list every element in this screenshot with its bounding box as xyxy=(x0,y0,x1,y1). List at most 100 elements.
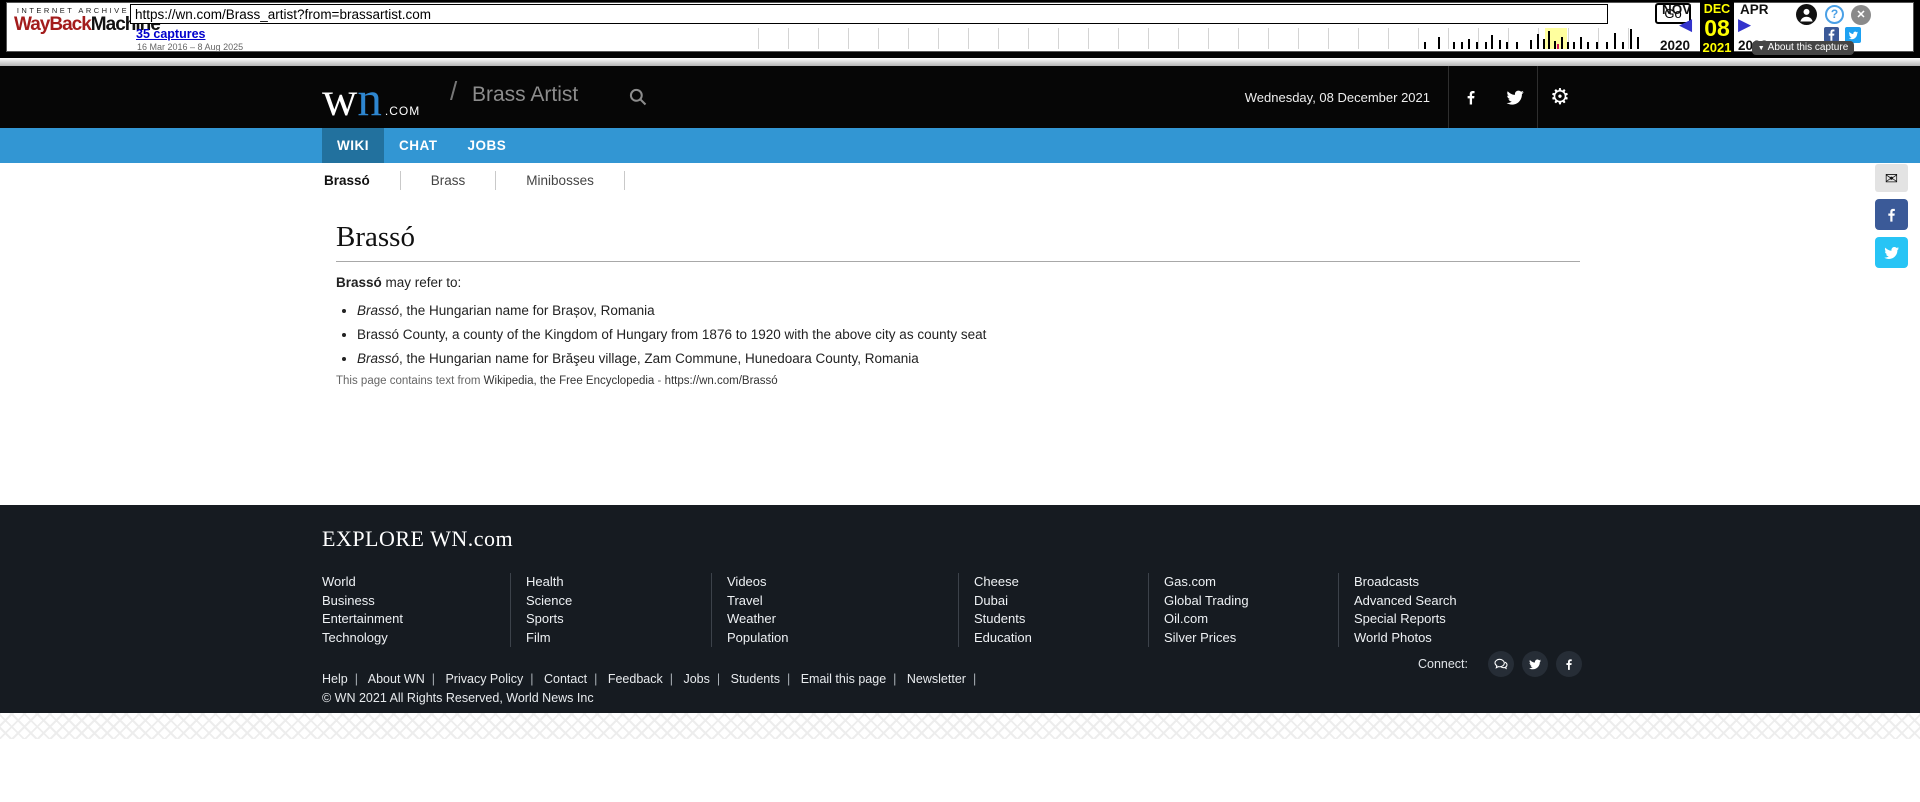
facebook-connect-icon[interactable] xyxy=(1556,651,1582,677)
capture-bar xyxy=(1491,35,1493,49)
tab-brasso[interactable]: Brassó xyxy=(322,171,401,190)
footer-link[interactable]: Science xyxy=(526,592,711,611)
footer-utility-link[interactable]: Privacy Policy xyxy=(445,672,523,686)
footer-link[interactable]: Entertainment xyxy=(322,610,510,629)
footer-column: Health Science Sports Film xyxy=(510,573,711,647)
capture-bar xyxy=(1622,42,1624,49)
footer-link[interactable]: Silver Prices xyxy=(1164,629,1338,648)
twitter-share-button[interactable] xyxy=(1875,237,1908,268)
help-icon[interactable]: ? xyxy=(1825,5,1844,24)
footer-link[interactable]: Technology xyxy=(322,629,510,648)
share-rail: ✉ xyxy=(1875,164,1908,275)
footer-link[interactable]: Travel xyxy=(727,592,958,611)
nav-tab-chat[interactable]: CHAT xyxy=(384,128,453,163)
capture-bar xyxy=(1468,39,1470,49)
next-capture-arrow[interactable]: ▶ xyxy=(1738,17,1751,34)
chat-icon[interactable] xyxy=(1488,651,1514,677)
capture-bar xyxy=(1554,41,1556,49)
footer-link[interactable]: Advanced Search xyxy=(1354,592,1564,611)
tab-brass[interactable]: Brass xyxy=(401,171,497,190)
wayback-logo-text: WayBack xyxy=(14,14,91,35)
source-url-link[interactable]: https://wn.com/Brassó xyxy=(665,375,778,387)
footer-utility-link[interactable]: Students xyxy=(731,672,780,686)
footer-column: Videos Travel Weather Population xyxy=(711,573,958,647)
footer-link[interactable]: Education xyxy=(974,629,1148,648)
email-share-button[interactable]: ✉ xyxy=(1875,164,1908,192)
facebook-share-button[interactable] xyxy=(1875,199,1908,230)
footer-link[interactable]: World Photos xyxy=(1354,629,1564,648)
header-date: Wednesday, 08 December 2021 xyxy=(1245,90,1448,105)
connect-block: Connect: xyxy=(1418,651,1582,677)
wayback-machine-logo[interactable]: INTERNET ARCHIVE WayBackMachine xyxy=(14,6,132,34)
footer-column: Gas.com Global Trading Oil.com Silver Pr… xyxy=(1148,573,1338,647)
nav-tab-jobs[interactable]: JOBS xyxy=(453,128,522,163)
footer-link[interactable]: Cheese xyxy=(974,573,1148,592)
capture-bar xyxy=(1506,42,1508,49)
twitter-connect-icon[interactable] xyxy=(1522,651,1548,677)
capture-bar xyxy=(1561,37,1563,49)
capture-bar xyxy=(1516,42,1518,49)
footer-column: Broadcasts Advanced Search Special Repor… xyxy=(1338,573,1564,647)
footer-link[interactable]: Health xyxy=(526,573,711,592)
capture-bar xyxy=(1637,37,1639,49)
captures-link[interactable]: 35 captures xyxy=(136,27,205,41)
footer-link[interactable]: World xyxy=(322,573,510,592)
search-icon[interactable] xyxy=(628,87,648,107)
capture-bar xyxy=(1630,29,1632,49)
footer-column: Cheese Dubai Students Education xyxy=(958,573,1148,647)
wikipedia-link[interactable]: Wikipedia, the Free Encyclopedia xyxy=(484,375,655,387)
site-header: wn.COM / Brass Artist Wednesday, 08 Dece… xyxy=(0,66,1920,128)
footer-utility-link[interactable]: Newsletter xyxy=(907,672,966,686)
capture-bar xyxy=(1580,37,1582,49)
footer-link[interactable]: Business xyxy=(322,592,510,611)
footer-utility-link[interactable]: Email this page xyxy=(801,672,886,686)
close-toolbar-icon[interactable]: ✕ xyxy=(1851,5,1871,25)
tab-minibosses[interactable]: Minibosses xyxy=(496,171,625,190)
header-twitter-icon[interactable] xyxy=(1493,66,1537,128)
capture-bar xyxy=(1614,33,1616,49)
footer-link[interactable]: Oil.com xyxy=(1164,610,1338,629)
capture-bar xyxy=(1548,31,1550,49)
background-pattern xyxy=(0,713,1920,739)
capture-bar xyxy=(1573,42,1575,49)
footer-utility-link[interactable]: Help xyxy=(322,672,348,686)
footer-link-columns: World Business Entertainment Technology … xyxy=(322,573,1582,647)
footer-link[interactable]: Sports xyxy=(526,610,711,629)
footer-utility-link[interactable]: About WN xyxy=(368,672,425,686)
footer-link[interactable]: Gas.com xyxy=(1164,573,1338,592)
page: INTERNET ARCHIVE WayBackMachine 35 captu… xyxy=(0,0,1920,802)
primary-nav: WIKI CHAT JOBS xyxy=(0,128,1920,163)
capture-timeline[interactable] xyxy=(758,28,1648,49)
footer-link[interactable]: Population xyxy=(727,629,958,648)
capture-bar xyxy=(1453,42,1455,49)
footer-link[interactable]: Broadcasts xyxy=(1354,573,1564,592)
footer-link[interactable]: Global Trading xyxy=(1164,592,1338,611)
footer-link[interactable]: Weather xyxy=(727,610,958,629)
footer-utility-link[interactable]: Contact xyxy=(544,672,587,686)
wn-logo[interactable]: wn.COM xyxy=(322,70,420,127)
twitter-icon xyxy=(1883,244,1900,261)
capture-bar xyxy=(1530,40,1532,49)
disambiguation-list: Brassó, the Hungarian name for Brașov, R… xyxy=(336,303,1582,366)
footer-link[interactable]: Film xyxy=(526,629,711,648)
about-this-capture-button[interactable]: ▼About this capture xyxy=(1752,41,1854,55)
footer-link[interactable]: Students xyxy=(974,610,1148,629)
footer-link[interactable]: Dubai xyxy=(974,592,1148,611)
facebook-share-icon[interactable] xyxy=(1824,27,1839,42)
capture-bar xyxy=(1606,42,1608,49)
title-slash: / xyxy=(450,76,457,107)
content-area: Brassó Brass Minibosses Brassó Brassó ma… xyxy=(0,163,1920,505)
footer-explore-title: EXPLORE WN.com xyxy=(322,505,1582,552)
footer-link[interactable]: Special Reports xyxy=(1354,610,1564,629)
list-item: Brassó County, a county of the Kingdom o… xyxy=(357,327,1582,342)
prev-year-label[interactable]: 2020 xyxy=(1660,38,1690,53)
footer-link[interactable]: Videos xyxy=(727,573,958,592)
nav-tab-wiki[interactable]: WIKI xyxy=(322,128,384,163)
prev-capture-arrow[interactable]: ◀ xyxy=(1679,17,1692,34)
header-facebook-icon[interactable] xyxy=(1449,66,1493,128)
settings-gear-icon[interactable]: ⚙ xyxy=(1538,66,1582,128)
footer-utility-link[interactable]: Jobs xyxy=(683,672,709,686)
account-icon[interactable] xyxy=(1796,4,1817,25)
wayback-url-input[interactable] xyxy=(130,4,1608,24)
footer-utility-link[interactable]: Feedback xyxy=(608,672,663,686)
